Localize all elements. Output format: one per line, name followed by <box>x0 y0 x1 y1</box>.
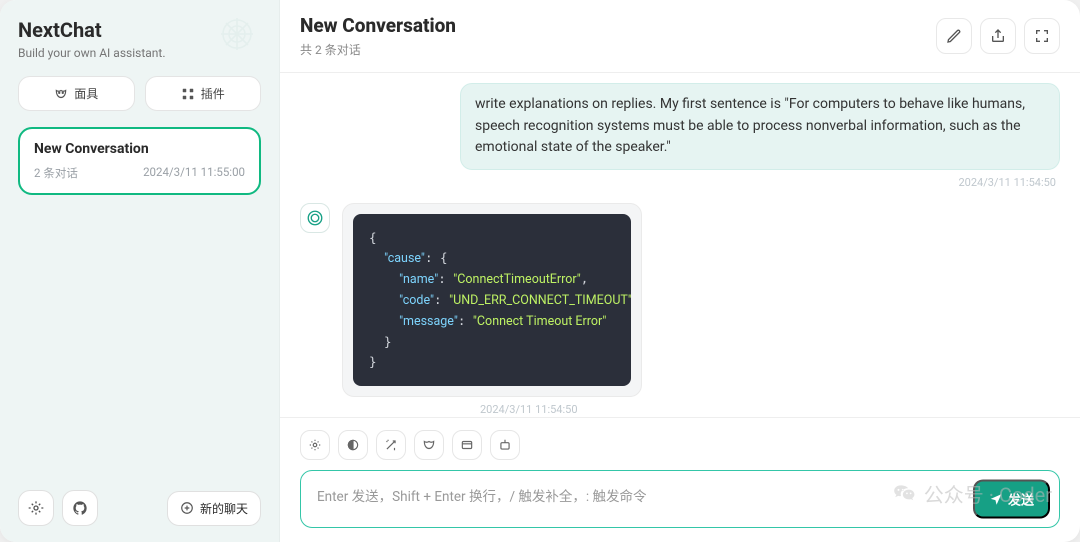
share-button[interactable] <box>980 18 1016 54</box>
bot-message: { "cause": { "name": "ConnectTimeoutErro… <box>342 203 642 397</box>
share-icon <box>990 28 1006 44</box>
code-block: { "cause": { "name": "ConnectTimeoutErro… <box>353 214 631 386</box>
openai-icon <box>306 209 324 227</box>
plus-icon <box>180 501 194 515</box>
sidebar-top-actions: 面具 插件 <box>18 76 261 111</box>
footer: Enter 发送，Shift + Enter 换行，/ 触发补全，: 触发命令 … <box>280 417 1080 542</box>
bot-message-ts: 2024/3/11 11:54:50 <box>480 403 1060 416</box>
settings-button[interactable] <box>18 490 54 526</box>
main: New Conversation 共 2 条对话 write explanati… <box>280 0 1080 542</box>
page-title: New Conversation <box>300 14 456 37</box>
tool-mask[interactable] <box>414 430 444 460</box>
conversation-item[interactable]: New Conversation 2 条对话 2024/3/11 11:55:0… <box>18 127 261 195</box>
send-icon <box>989 492 1003 506</box>
input-toolbar <box>300 430 1060 460</box>
new-chat-button[interactable]: 新的聊天 <box>167 491 261 526</box>
tool-theme[interactable] <box>338 430 368 460</box>
conversation-ts: 2024/3/11 11:55:00 <box>143 165 245 181</box>
new-chat-label: 新的聊天 <box>200 500 248 517</box>
pencil-icon <box>946 28 962 44</box>
conversation-title: New Conversation <box>34 141 245 157</box>
tool-prompt[interactable] <box>376 430 406 460</box>
mask-icon <box>54 87 68 101</box>
gear-icon <box>308 438 322 452</box>
page-subtitle: 共 2 条对话 <box>300 41 456 58</box>
user-message: write explanations on replies. My first … <box>460 83 1060 170</box>
expand-icon <box>1034 28 1050 44</box>
gear-icon <box>28 500 44 516</box>
grid-icon <box>181 87 195 101</box>
user-message-ts: 2024/3/11 11:54:50 <box>300 176 1056 189</box>
send-label: 发送 <box>1008 490 1034 509</box>
tool-clear[interactable] <box>452 430 482 460</box>
conversation-count: 2 条对话 <box>34 165 78 181</box>
send-button[interactable]: 发送 <box>973 480 1050 519</box>
mask-icon <box>422 438 436 452</box>
tool-model[interactable] <box>490 430 520 460</box>
input-wrap: Enter 发送，Shift + Enter 换行，/ 触发补全，: 触发命令 … <box>300 470 1060 528</box>
app-root: NextChat Build your own AI assistant. 面具… <box>0 0 1080 542</box>
chat-history: write explanations on replies. My first … <box>280 73 1080 417</box>
masks-button[interactable]: 面具 <box>18 76 135 111</box>
theme-icon <box>346 438 360 452</box>
sidebar-bottom: 新的聊天 <box>18 490 261 526</box>
bot-message-row: { "cause": { "name": "ConnectTimeoutErro… <box>300 203 1060 397</box>
plugins-button[interactable]: 插件 <box>145 76 262 111</box>
github-button[interactable] <box>62 490 98 526</box>
bot-avatar <box>300 203 330 233</box>
robot-icon <box>498 438 512 452</box>
edit-button[interactable] <box>936 18 972 54</box>
sidebar: NextChat Build your own AI assistant. 面具… <box>0 0 280 542</box>
masks-label: 面具 <box>74 85 98 102</box>
tool-settings[interactable] <box>300 430 330 460</box>
plugins-label: 插件 <box>201 85 225 102</box>
cut-icon <box>460 438 474 452</box>
header: New Conversation 共 2 条对话 <box>280 0 1080 73</box>
wand-icon <box>384 438 398 452</box>
github-icon <box>72 500 88 516</box>
chat-input[interactable]: Enter 发送，Shift + Enter 换行，/ 触发补全，: 触发命令 <box>300 470 1060 528</box>
expand-button[interactable] <box>1024 18 1060 54</box>
brand-logo-icon <box>217 14 257 54</box>
brand: NextChat Build your own AI assistant. <box>18 18 261 60</box>
